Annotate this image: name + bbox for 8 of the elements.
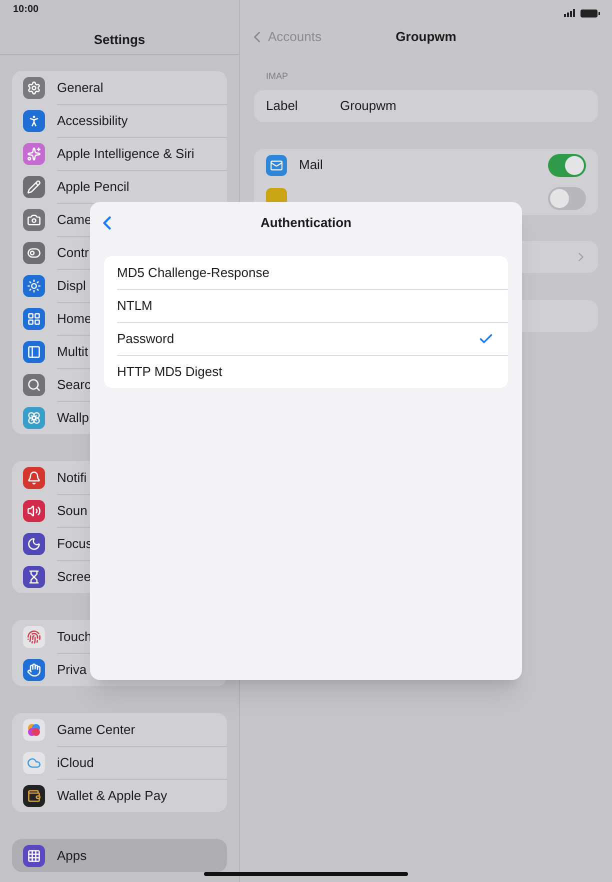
modal-title: Authentication bbox=[260, 214, 352, 232]
row-value: Groupwm bbox=[340, 96, 396, 115]
page-title: Groupwm bbox=[396, 28, 456, 46]
row-label: Label bbox=[266, 96, 299, 115]
status-time: 10:00 bbox=[13, 3, 39, 17]
section-header: IMAP bbox=[265, 70, 290, 83]
sidebar-title: Settings bbox=[94, 31, 146, 50]
row-label: Mail bbox=[299, 157, 323, 172]
